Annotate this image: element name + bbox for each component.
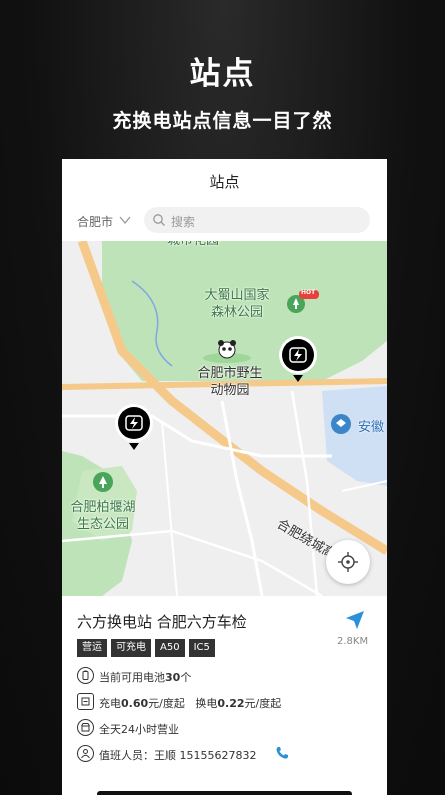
navigate-icon[interactable] xyxy=(345,610,365,630)
staff-text: 值班人员：王顺 15155627832 xyxy=(99,749,257,762)
map-label-top: 城市花园 xyxy=(167,241,219,249)
station-name: 六方换电站 合肥六方车检 xyxy=(77,613,247,631)
tag-a50: A50 xyxy=(155,639,185,657)
search-input[interactable]: 搜索 xyxy=(144,207,370,233)
battery-label: 当前可用电池 xyxy=(99,671,165,684)
hours-text: 全天24小时营业 xyxy=(99,723,179,736)
station-tags: 营运 可充电 A50 IC5 xyxy=(77,639,215,657)
crosshair-icon xyxy=(338,552,358,572)
phone-icon[interactable] xyxy=(275,746,289,760)
map-label-anhui: 安徽 xyxy=(358,420,385,435)
station-pin[interactable] xyxy=(278,335,318,383)
station-distance: 2.8KM xyxy=(337,636,369,647)
locate-button[interactable] xyxy=(326,540,370,584)
store-icon xyxy=(77,719,94,736)
charge-label: 充电 xyxy=(99,697,121,710)
map-label-wetland: 合肥柏堰湖 生态公园 xyxy=(70,500,136,532)
phone-screen: 站点 合肥市 搜索 大蜀山国家 森林公园 HOT 合肥市野生 动物园 安徽 合肥… xyxy=(62,159,387,795)
hot-badge: HOT xyxy=(301,289,316,296)
location-poi-icon xyxy=(331,414,351,434)
search-row: 合肥市 搜索 xyxy=(62,205,387,239)
charge-price: 0.60 xyxy=(121,697,149,710)
wetland-poi-icon xyxy=(93,472,113,492)
chevron-down-icon[interactable] xyxy=(118,213,132,227)
price-icon xyxy=(77,693,94,710)
person-icon xyxy=(77,745,94,762)
charge-unit: 元/度起 xyxy=(148,697,185,710)
search-icon xyxy=(153,214,165,226)
tag-chargeable: 可充电 xyxy=(111,639,151,657)
zoo-poi-icon xyxy=(203,340,251,363)
tag-operating: 营运 xyxy=(77,639,107,657)
promo-title: 站点 xyxy=(189,56,256,92)
search-placeholder: 搜索 xyxy=(171,215,196,229)
map-view[interactable]: 城市花园 大蜀山国家 森林公园 HOT 合肥市野生 动物园 安徽 xyxy=(62,241,387,596)
swap-unit: 元/度起 xyxy=(244,697,282,710)
promo-subtitle: 充换电站点信息一目了然 xyxy=(112,110,333,132)
battery-icon xyxy=(77,667,94,684)
map-label-zoo: 合肥市野生 动物园 xyxy=(197,366,263,398)
page-title: 站点 xyxy=(209,173,240,191)
tag-ic5: IC5 xyxy=(188,639,215,657)
map-label-park: 大蜀山国家 森林公园 xyxy=(204,288,270,320)
swap-label: 换电 xyxy=(195,697,218,710)
swap-price: 0.22 xyxy=(217,697,245,710)
city-selector[interactable]: 合肥市 xyxy=(77,213,113,230)
battery-unit: 个 xyxy=(180,671,192,684)
station-pin[interactable] xyxy=(114,403,154,451)
home-indicator xyxy=(97,791,352,795)
battery-count: 30 xyxy=(165,671,181,684)
